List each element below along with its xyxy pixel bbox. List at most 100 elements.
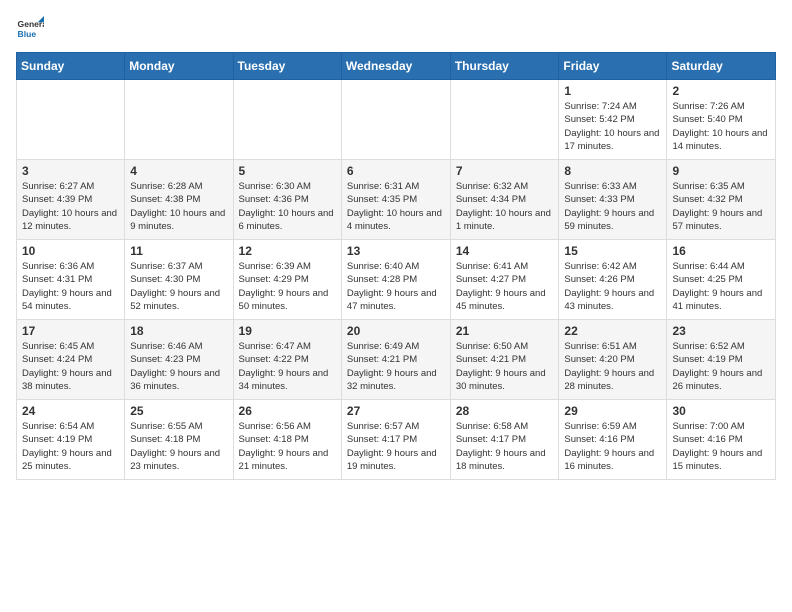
day-info: Sunrise: 6:59 AM Sunset: 4:16 PM Dayligh… [564, 420, 661, 473]
day-info: Sunrise: 6:45 AM Sunset: 4:24 PM Dayligh… [22, 340, 119, 393]
calendar-cell: 20 Sunrise: 6:49 AM Sunset: 4:21 PM Dayli… [341, 320, 450, 400]
day-info: Sunrise: 6:44 AM Sunset: 4:25 PM Dayligh… [672, 260, 770, 313]
day-number: 22 [564, 324, 661, 338]
day-number: 20 [347, 324, 445, 338]
day-number: 14 [456, 244, 554, 258]
day-number: 25 [130, 404, 227, 418]
day-info: Sunrise: 6:56 AM Sunset: 4:18 PM Dayligh… [239, 420, 336, 473]
day-info: Sunrise: 6:28 AM Sunset: 4:38 PM Dayligh… [130, 180, 227, 233]
day-info: Sunrise: 6:32 AM Sunset: 4:34 PM Dayligh… [456, 180, 554, 233]
calendar-cell: 25Sunrise: 6:55 AM Sunset: 4:18 PM Dayli… [125, 400, 233, 480]
day-info: Sunrise: 6:57 AM Sunset: 4:17 PM Dayligh… [347, 420, 445, 473]
calendar-header-row: SundayMondayTuesdayWednesdayThursdayFrid… [17, 53, 776, 80]
calendar-cell: 18 Sunrise: 6:46 AM Sunset: 4:23 PM Dayli… [125, 320, 233, 400]
day-number: 28 [456, 404, 554, 418]
calendar-cell: 9 Sunrise: 6:35 AM Sunset: 4:32 PM Daylig… [667, 160, 776, 240]
calendar-cell [341, 80, 450, 160]
day-info: Sunrise: 6:31 AM Sunset: 4:35 PM Dayligh… [347, 180, 445, 233]
logo-icon: General Blue [16, 16, 44, 44]
calendar-cell: 1Sunrise: 7:24 AM Sunset: 5:42 PM Daylig… [559, 80, 667, 160]
calendar-cell: 30 Sunrise: 7:00 AM Sunset: 4:16 PM Dayli… [667, 400, 776, 480]
day-number: 29 [564, 404, 661, 418]
calendar-cell: 26 Sunrise: 6:56 AM Sunset: 4:18 PM Dayli… [233, 400, 341, 480]
calendar-cell: 12 Sunrise: 6:39 AM Sunset: 4:29 PM Dayli… [233, 240, 341, 320]
weekday-header: Sunday [17, 53, 125, 80]
day-info: Sunrise: 6:42 AM Sunset: 4:26 PM Dayligh… [564, 260, 661, 313]
day-number: 16 [672, 244, 770, 258]
day-number: 24 [22, 404, 119, 418]
calendar-cell [450, 80, 559, 160]
weekday-header: Tuesday [233, 53, 341, 80]
day-number: 4 [130, 164, 227, 178]
calendar: SundayMondayTuesdayWednesdayThursdayFrid… [16, 52, 776, 480]
day-number: 30 [672, 404, 770, 418]
weekday-header: Monday [125, 53, 233, 80]
calendar-week-row: 3 Sunrise: 6:27 AM Sunset: 4:39 PM Daylig… [17, 160, 776, 240]
day-info: Sunrise: 6:47 AM Sunset: 4:22 PM Dayligh… [239, 340, 336, 393]
logo: General Blue [16, 16, 44, 44]
calendar-cell: 17Sunrise: 6:45 AM Sunset: 4:24 PM Dayli… [17, 320, 125, 400]
svg-text:Blue: Blue [18, 29, 37, 39]
calendar-cell: 21 Sunrise: 6:50 AM Sunset: 4:21 PM Dayli… [450, 320, 559, 400]
calendar-cell [125, 80, 233, 160]
calendar-cell: 6Sunrise: 6:31 AM Sunset: 4:35 PM Daylig… [341, 160, 450, 240]
calendar-cell: 7 Sunrise: 6:32 AM Sunset: 4:34 PM Daylig… [450, 160, 559, 240]
day-info: Sunrise: 7:00 AM Sunset: 4:16 PM Dayligh… [672, 420, 770, 473]
calendar-cell: 28 Sunrise: 6:58 AM Sunset: 4:17 PM Dayli… [450, 400, 559, 480]
day-info: Sunrise: 6:30 AM Sunset: 4:36 PM Dayligh… [239, 180, 336, 233]
weekday-header: Wednesday [341, 53, 450, 80]
day-number: 27 [347, 404, 445, 418]
calendar-cell: 11Sunrise: 6:37 AM Sunset: 4:30 PM Dayli… [125, 240, 233, 320]
weekday-header: Saturday [667, 53, 776, 80]
weekday-header: Friday [559, 53, 667, 80]
calendar-week-row: 1Sunrise: 7:24 AM Sunset: 5:42 PM Daylig… [17, 80, 776, 160]
calendar-cell: 4 Sunrise: 6:28 AM Sunset: 4:38 PM Daylig… [125, 160, 233, 240]
header: General Blue [16, 16, 776, 44]
calendar-cell: 27 Sunrise: 6:57 AM Sunset: 4:17 PM Dayli… [341, 400, 450, 480]
day-number: 7 [456, 164, 554, 178]
day-info: Sunrise: 6:36 AM Sunset: 4:31 PM Dayligh… [22, 260, 119, 313]
day-number: 15 [564, 244, 661, 258]
day-number: 3 [22, 164, 119, 178]
calendar-cell: 15 Sunrise: 6:42 AM Sunset: 4:26 PM Dayli… [559, 240, 667, 320]
day-info: Sunrise: 6:40 AM Sunset: 4:28 PM Dayligh… [347, 260, 445, 313]
day-number: 19 [239, 324, 336, 338]
calendar-cell: 3 Sunrise: 6:27 AM Sunset: 4:39 PM Daylig… [17, 160, 125, 240]
calendar-cell: 5Sunrise: 6:30 AM Sunset: 4:36 PM Daylig… [233, 160, 341, 240]
day-number: 9 [672, 164, 770, 178]
day-info: Sunrise: 6:39 AM Sunset: 4:29 PM Dayligh… [239, 260, 336, 313]
calendar-cell [233, 80, 341, 160]
day-info: Sunrise: 6:27 AM Sunset: 4:39 PM Dayligh… [22, 180, 119, 233]
calendar-cell: 24 Sunrise: 6:54 AM Sunset: 4:19 PM Dayli… [17, 400, 125, 480]
calendar-cell: 29 Sunrise: 6:59 AM Sunset: 4:16 PM Dayli… [559, 400, 667, 480]
calendar-cell: 19 Sunrise: 6:47 AM Sunset: 4:22 PM Dayli… [233, 320, 341, 400]
day-number: 26 [239, 404, 336, 418]
calendar-cell: 16 Sunrise: 6:44 AM Sunset: 4:25 PM Dayli… [667, 240, 776, 320]
calendar-cell: 14 Sunrise: 6:41 AM Sunset: 4:27 PM Dayli… [450, 240, 559, 320]
day-info: Sunrise: 6:46 AM Sunset: 4:23 PM Dayligh… [130, 340, 227, 393]
day-number: 18 [130, 324, 227, 338]
day-number: 13 [347, 244, 445, 258]
day-number: 23 [672, 324, 770, 338]
calendar-week-row: 24 Sunrise: 6:54 AM Sunset: 4:19 PM Dayli… [17, 400, 776, 480]
day-info: Sunrise: 6:35 AM Sunset: 4:32 PM Dayligh… [672, 180, 770, 233]
day-info: Sunrise: 6:41 AM Sunset: 4:27 PM Dayligh… [456, 260, 554, 313]
calendar-cell [17, 80, 125, 160]
calendar-cell: 23 Sunrise: 6:52 AM Sunset: 4:19 PM Dayli… [667, 320, 776, 400]
day-info: Sunrise: 7:26 AM Sunset: 5:40 PM Dayligh… [672, 100, 770, 153]
day-info: Sunrise: 7:24 AM Sunset: 5:42 PM Dayligh… [564, 100, 661, 153]
day-number: 12 [239, 244, 336, 258]
day-info: Sunrise: 6:51 AM Sunset: 4:20 PM Dayligh… [564, 340, 661, 393]
day-number: 2 [672, 84, 770, 98]
day-info: Sunrise: 6:54 AM Sunset: 4:19 PM Dayligh… [22, 420, 119, 473]
day-info: Sunrise: 6:37 AM Sunset: 4:30 PM Dayligh… [130, 260, 227, 313]
calendar-cell: 10Sunrise: 6:36 AM Sunset: 4:31 PM Dayli… [17, 240, 125, 320]
day-info: Sunrise: 6:58 AM Sunset: 4:17 PM Dayligh… [456, 420, 554, 473]
day-number: 21 [456, 324, 554, 338]
day-info: Sunrise: 6:50 AM Sunset: 4:21 PM Dayligh… [456, 340, 554, 393]
day-info: Sunrise: 6:49 AM Sunset: 4:21 PM Dayligh… [347, 340, 445, 393]
calendar-cell: 2 Sunrise: 7:26 AM Sunset: 5:40 PM Daylig… [667, 80, 776, 160]
calendar-week-row: 17Sunrise: 6:45 AM Sunset: 4:24 PM Dayli… [17, 320, 776, 400]
day-info: Sunrise: 6:52 AM Sunset: 4:19 PM Dayligh… [672, 340, 770, 393]
day-number: 8 [564, 164, 661, 178]
